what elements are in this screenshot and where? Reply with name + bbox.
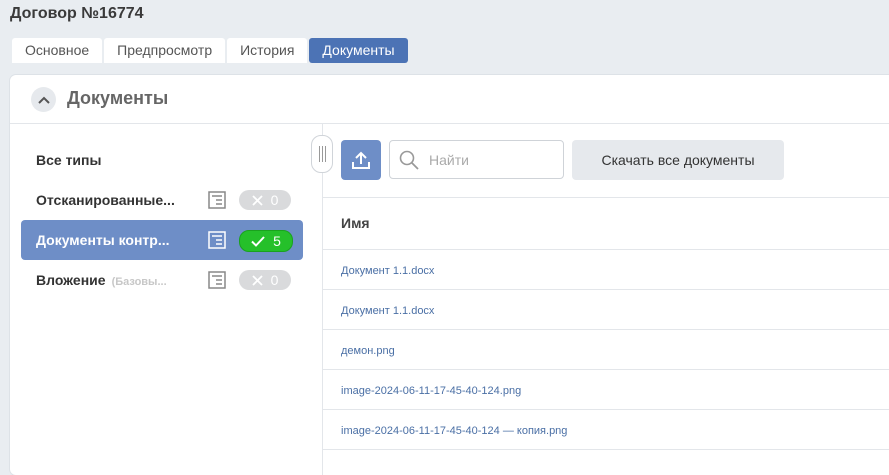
tab-main[interactable]: Основное xyxy=(12,38,103,63)
chevron-up-icon xyxy=(37,96,50,104)
tab-history[interactable]: История xyxy=(227,38,308,63)
document-link[interactable]: image-2024-06-11-17-45-40-124 — копия.pn… xyxy=(341,425,567,437)
document-link[interactable]: демон.png xyxy=(341,345,395,357)
status-badge: 0 xyxy=(239,270,291,290)
tab-preview[interactable]: Предпросмотр xyxy=(104,38,226,63)
search-input[interactable] xyxy=(427,149,556,171)
type-item-contract-docs[interactable]: Документы контр... 5 xyxy=(21,220,303,260)
documents-panel: Документы Все типы Отсканированные... 0 … xyxy=(10,75,889,475)
page-title: Договор №16774 xyxy=(10,5,144,22)
tab-bar: Основное Предпросмотр История Документы xyxy=(12,38,408,63)
check-icon xyxy=(251,235,265,247)
document-list-icon[interactable] xyxy=(208,191,226,209)
type-label: Документы контр... xyxy=(36,232,170,248)
type-label: Отсканированные... xyxy=(36,192,175,208)
tab-documents[interactable]: Документы xyxy=(309,38,408,63)
x-icon xyxy=(251,274,263,286)
table-row: Документ 1.1.docx xyxy=(323,250,889,290)
upload-button[interactable] xyxy=(341,140,381,180)
documents-pane: Скачать все документы Имя Документ 1.1.d… xyxy=(323,124,889,475)
count-value: 0 xyxy=(270,272,279,288)
x-icon xyxy=(251,194,263,206)
panel-title: Документы xyxy=(67,88,169,108)
status-badge: 0 xyxy=(239,190,291,210)
search-icon xyxy=(399,150,419,170)
type-label: Вложение (Базовы... xyxy=(36,272,167,288)
document-list-icon[interactable] xyxy=(208,231,226,249)
type-item-all[interactable]: Все типы xyxy=(21,140,303,180)
document-types-list: Все типы Отсканированные... 0 Документы … xyxy=(10,124,323,475)
collapse-button[interactable] xyxy=(31,87,56,112)
type-label: Все типы xyxy=(36,152,102,168)
table-row: демон.png xyxy=(323,330,889,370)
type-item-scanned[interactable]: Отсканированные... 0 xyxy=(21,180,303,220)
table-row: Документ 1.1.docx xyxy=(323,290,889,330)
upload-icon xyxy=(352,151,370,169)
status-badge: 5 xyxy=(239,230,293,252)
column-header-name[interactable]: Имя xyxy=(323,197,889,250)
count-value: 0 xyxy=(270,192,279,208)
document-link[interactable]: Документ 1.1.docx xyxy=(341,305,434,317)
table-row: image-2024-06-11-17-45-40-124.png xyxy=(323,370,889,410)
documents-table: Имя Документ 1.1.docx Документ 1.1.docx … xyxy=(323,197,889,450)
document-list-icon[interactable] xyxy=(208,271,226,289)
table-row: image-2024-06-11-17-45-40-124 — копия.pn… xyxy=(323,410,889,450)
type-sub-label: (Базовы... xyxy=(111,276,167,288)
count-value: 5 xyxy=(273,233,281,249)
document-link[interactable]: Документ 1.1.docx xyxy=(341,265,434,277)
type-item-attachment[interactable]: Вложение (Базовы... 0 xyxy=(21,260,303,300)
download-all-button[interactable]: Скачать все документы xyxy=(572,140,784,180)
search-field[interactable] xyxy=(389,140,564,179)
document-link[interactable]: image-2024-06-11-17-45-40-124.png xyxy=(341,385,521,397)
panel-header: Документы xyxy=(10,75,889,124)
